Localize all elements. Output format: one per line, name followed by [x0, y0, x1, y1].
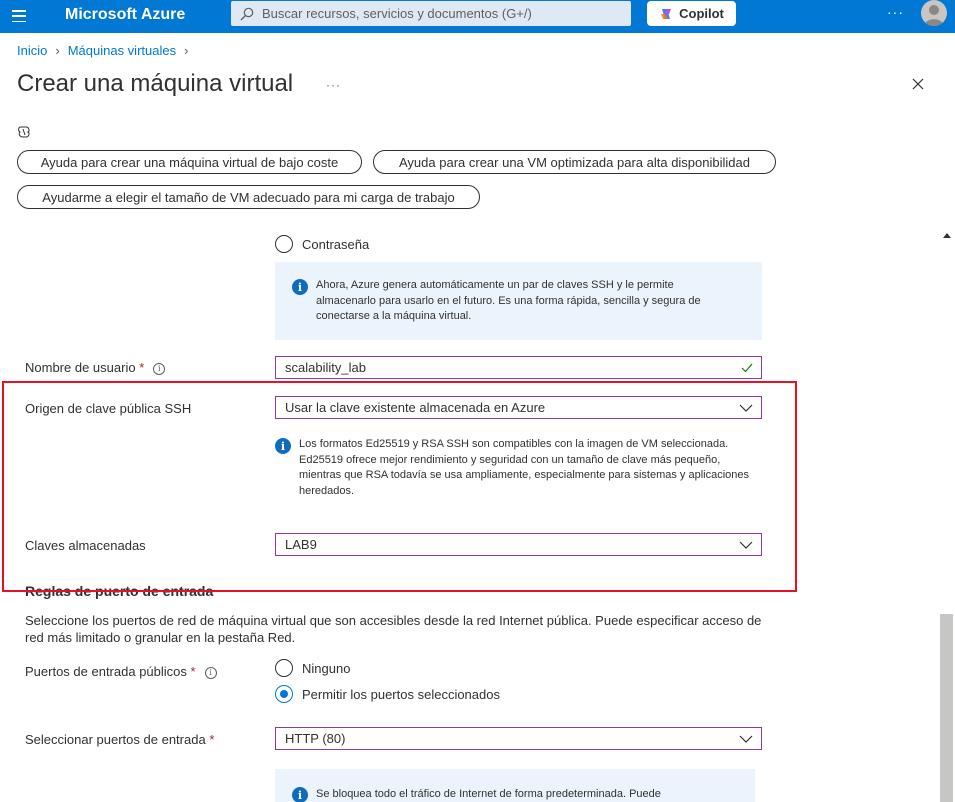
select-ports-label-text: Seleccionar puertos de entrada [25, 732, 206, 747]
prompt-low-cost-button[interactable]: Ayuda para crear una máquina virtual de … [17, 150, 362, 174]
ports-allow-label: Permitir los puertos seleccionados [302, 687, 500, 702]
breadcrumb-virtual-machines[interactable]: Máquinas virtuales [68, 43, 176, 58]
traffic-info-box: i Se bloquea todo el tráfico de Internet… [275, 769, 755, 802]
info-icon: i [292, 279, 308, 295]
ssh-source-label: Origen de clave pública SSH [25, 401, 192, 416]
username-label-text: Nombre de usuario [25, 360, 136, 375]
copilot-icon [661, 8, 672, 19]
global-search[interactable] [231, 1, 631, 26]
copilot-prompt-icon [18, 126, 30, 138]
hamburger-menu-icon[interactable] [12, 10, 26, 22]
stored-keys-value: LAB9 [285, 537, 317, 552]
search-icon [240, 7, 254, 20]
help-icon[interactable]: i [153, 362, 166, 375]
chevron-down-icon [739, 541, 753, 549]
username-input[interactable]: scalability_lab [275, 356, 762, 379]
scrollbar-thumb[interactable] [940, 614, 953, 802]
select-ports-value: HTTP (80) [285, 731, 346, 746]
chevron-down-icon [739, 735, 753, 743]
ports-none-label: Ninguno [302, 661, 351, 676]
ports-none-radio[interactable] [275, 659, 293, 677]
ports-allow-radio[interactable] [275, 685, 293, 703]
brand-title[interactable]: Microsoft Azure [65, 6, 185, 24]
info-icon: i [275, 438, 291, 454]
select-ports-label: Seleccionar puertos de entrada * [25, 732, 214, 747]
chevron-right-icon: › [184, 43, 189, 58]
avatar[interactable] [921, 0, 947, 26]
public-ports-label: Puertos de entrada públicos * i [25, 664, 217, 679]
stored-keys-dropdown[interactable]: LAB9 [275, 533, 762, 556]
ssh-source-value: Usar la clave existente almacenada en Az… [285, 400, 546, 415]
page-title: Crear una máquina virtual [17, 70, 294, 97]
top-bar: Microsoft Azure Copilot ··· [0, 0, 955, 33]
ssh-auto-info-text: Ahora, Azure genera automáticamente un p… [316, 279, 701, 322]
traffic-info-text: Se bloquea todo el tráfico de Internet d… [316, 788, 661, 800]
required-marker: * [190, 664, 196, 679]
required-marker: * [139, 360, 145, 375]
search-input[interactable] [262, 6, 602, 21]
public-ports-label-text: Puertos de entrada públicos [25, 664, 187, 679]
help-icon[interactable]: i [204, 666, 217, 679]
username-label: Nombre de usuario * i [25, 360, 166, 375]
select-ports-dropdown[interactable]: HTTP (80) [275, 727, 762, 750]
valid-check-icon [741, 363, 753, 373]
password-radio[interactable] [275, 235, 293, 253]
breadcrumb-home[interactable]: Inicio [17, 43, 47, 58]
inbound-rules-description: Seleccione los puertos de red de máquina… [25, 613, 762, 645]
chevron-down-icon [739, 404, 753, 412]
close-icon[interactable] [910, 76, 926, 92]
scroll-up-arrow-icon[interactable] [943, 233, 951, 238]
stored-keys-label: Claves almacenadas [25, 538, 146, 553]
inbound-rules-heading: Reglas de puerto de entrada [25, 583, 214, 599]
ssh-source-dropdown[interactable]: Usar la clave existente almacenada en Az… [275, 396, 762, 419]
required-marker: * [209, 732, 215, 747]
chevron-right-icon: › [55, 43, 60, 58]
password-radio-label: Contraseña [302, 237, 370, 252]
info-icon: i [292, 787, 308, 802]
ssh-auto-info-box: i Ahora, Azure genera automáticamente un… [275, 262, 762, 340]
copilot-button[interactable]: Copilot [647, 1, 736, 26]
username-value: scalability_lab [285, 360, 366, 375]
prompt-high-availability-button[interactable]: Ayuda para crear una VM optimizada para … [373, 150, 776, 174]
prompt-vm-size-button[interactable]: Ayudarme a elegir el tamaño de VM adecua… [17, 185, 480, 209]
breadcrumb: Inicio › Máquinas virtuales › [17, 43, 196, 58]
more-options-icon[interactable]: ··· [887, 4, 904, 20]
title-more-icon[interactable]: ··· [326, 78, 341, 92]
user-icon [924, 5, 944, 26]
copilot-label: Copilot [679, 6, 724, 21]
ssh-format-info-text: Los formatos Ed25519 y RSA SSH son compa… [299, 438, 750, 497]
